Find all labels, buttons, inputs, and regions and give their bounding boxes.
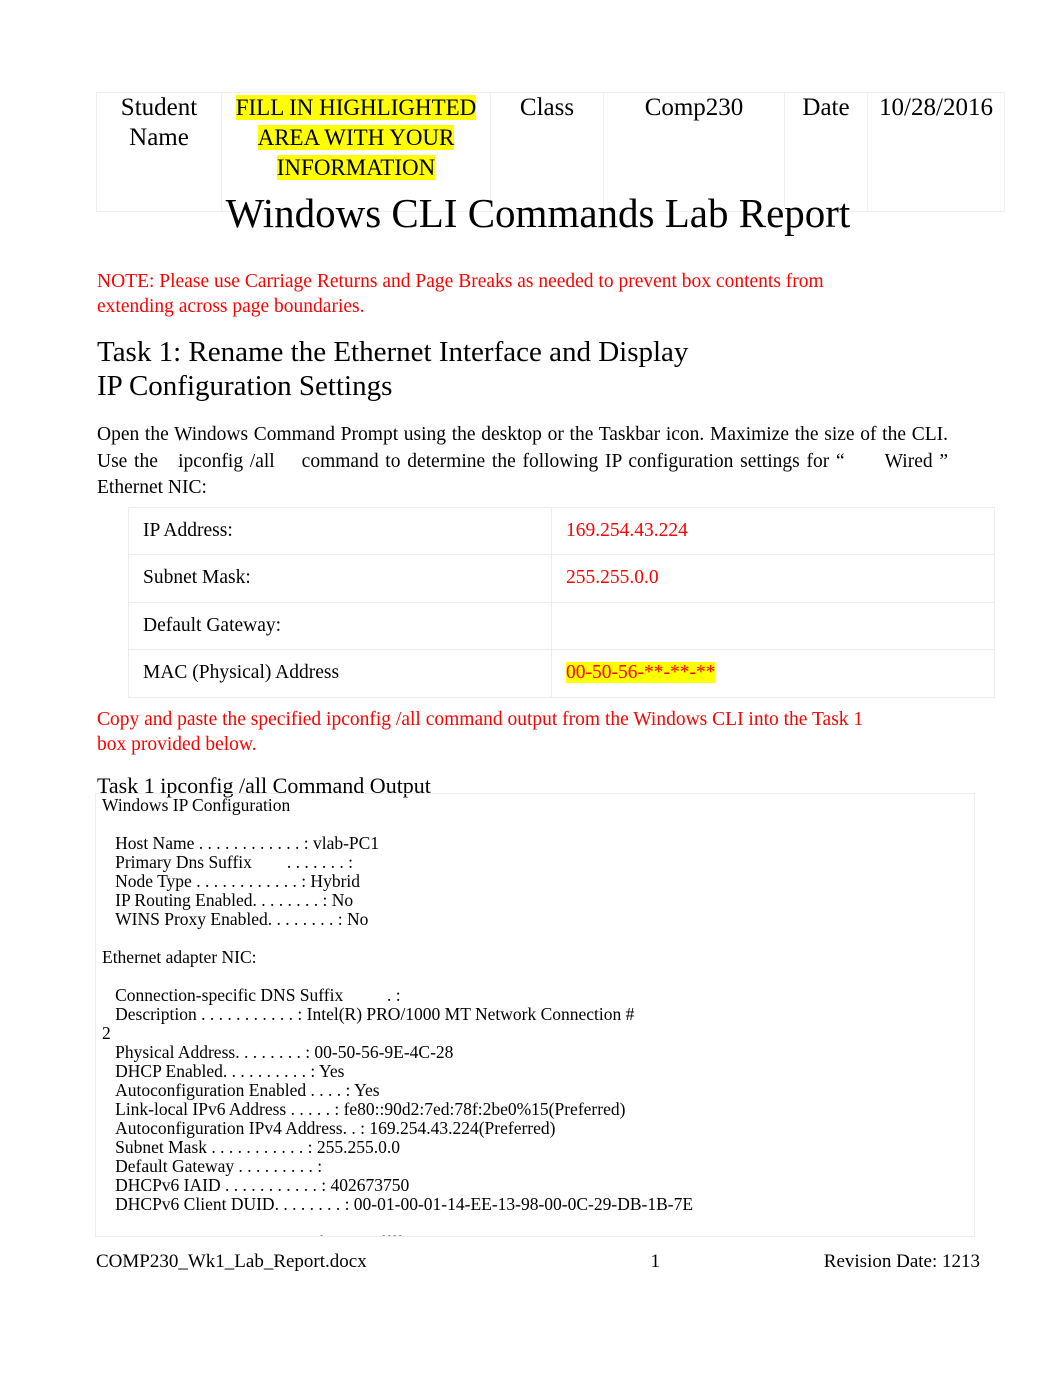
instructions-gap-1 [158, 451, 178, 472]
ip-table-body: IP Address: 169.254.43.224 Subnet Mask: … [128, 506, 995, 698]
footer-revision-date: Revision Date: 1213 [823, 1251, 980, 1272]
fill-in-notice-text: FILL IN HIGHLIGHTED AREA WITH YOUR INFOR… [235, 95, 477, 180]
output-line: 2 [102, 1022, 111, 1043]
output-line: Host Name . . . . . . . . . . . . : vlab… [102, 832, 380, 853]
output-line: Primary Dns Suffix . . . . . . . : [102, 851, 353, 872]
instructions-command: ipconfig /all [178, 450, 275, 472]
instructions-gap-2 [275, 451, 302, 472]
output-blank-line [102, 929, 966, 948]
output-line: Windows IP Configuration [102, 795, 291, 815]
ip-address-label: IP Address: [128, 506, 552, 556]
mac-address-value-cell[interactable]: 00-50-56-**-**-** [551, 649, 995, 698]
instructions-gap-3 [845, 451, 885, 472]
default-gateway-label: Default Gateway: [128, 601, 552, 651]
output-line: IP Routing Enabled. . . . . . . . : No [102, 889, 354, 910]
document-title: Windows CLI Commands Lab Report [225, 190, 851, 236]
mac-address-label: MAC (Physical) Address [128, 649, 552, 698]
output-line: Default Gateway . . . . . . . . . : [102, 1155, 323, 1176]
output-line: Autoconfiguration Enabled . . . . : Yes [102, 1079, 380, 1100]
output-line: Autoconfiguration IPv4 Address. . : 169.… [102, 1117, 556, 1138]
output-line: WINS Proxy Enabled. . . . . . . . : No [102, 908, 369, 929]
mac-address-value[interactable]: 00-50-56-**-**-** [566, 662, 716, 684]
ipconfig-output-content[interactable]: Windows IP Configuration Host Name . . .… [96, 795, 974, 1236]
output-line: Physical Address. . . . . . . . : 00-50-… [102, 1041, 454, 1062]
footer-row: COMP230_Wk1_Lab_Report.docx 1 Revision D… [96, 1251, 980, 1274]
page-break-note: NOTE: Please use Carriage Returns and Pa… [97, 271, 824, 317]
task-1-heading: Task 1: Rename the Ethernet Interface an… [97, 336, 689, 403]
footer-page-number: 1 [650, 1251, 661, 1272]
output-line: Ethernet adapter NIC: [102, 946, 257, 967]
instructions-wired: Wired [884, 450, 933, 472]
ipconfig-output-box[interactable]: Windows IP Configuration Host Name . . .… [95, 793, 975, 1237]
default-gateway-value[interactable] [551, 601, 995, 651]
footer-filename: COMP230_Wk1_Lab_Report.docx [96, 1251, 367, 1272]
output-line: DHCPv6 Client DUID. . . . . . . . : 00-0… [102, 1193, 694, 1214]
page-footer: COMP230_Wk1_Lab_Report.docx 1 Revision D… [96, 1251, 980, 1274]
table-row: Subnet Mask: 255.255.0.0 [128, 554, 995, 603]
output-line: Subnet Mask . . . . . . . . . . . : 255.… [102, 1136, 400, 1157]
ip-address-value[interactable]: 169.254.43.224 [551, 506, 995, 556]
output-blank-line [102, 1214, 966, 1233]
output-line: DHCPv6 IAID . . . . . . . . . . . : 4026… [102, 1174, 410, 1195]
output-line: Link-local IPv6 Address . . . . . : fe80… [102, 1098, 626, 1119]
table-row: Default Gateway: [128, 601, 995, 651]
output-line: Description . . . . . . . . . . . : Inte… [102, 1003, 635, 1024]
subnet-mask-label: Subnet Mask: [128, 554, 552, 603]
output-blank-line [102, 815, 966, 834]
document-page: Student Name FILL IN HIGHLIGHTED AREA WI… [0, 0, 1062, 1377]
subnet-mask-value[interactable]: 255.255.0.0 [551, 554, 995, 603]
table-row: MAC (Physical) Address 00-50-56-**-**-** [128, 649, 995, 698]
task-1-instructions: Open the Windows Command Prompt using th… [97, 422, 948, 502]
output-blank-line [102, 967, 966, 986]
ip-configuration-table: IP Address: 169.254.43.224 Subnet Mask: … [128, 506, 995, 698]
table-row: IP Address: 169.254.43.224 [128, 506, 995, 556]
output-line: Node Type . . . . . . . . . . . . : Hybr… [102, 870, 361, 891]
output-line: DHCP Enabled. . . . . . . . . . : Yes [102, 1060, 345, 1081]
instructions-part-2: command to determine the following IP co… [301, 450, 845, 472]
output-line: Connection-specific DNS Suffix . : [102, 984, 401, 1005]
output-line: DNS Servers . . . . . . . . . . . : fec0… [102, 1232, 966, 1236]
copy-paste-instruction: Copy and paste the specified ipconfig /a… [97, 709, 864, 755]
